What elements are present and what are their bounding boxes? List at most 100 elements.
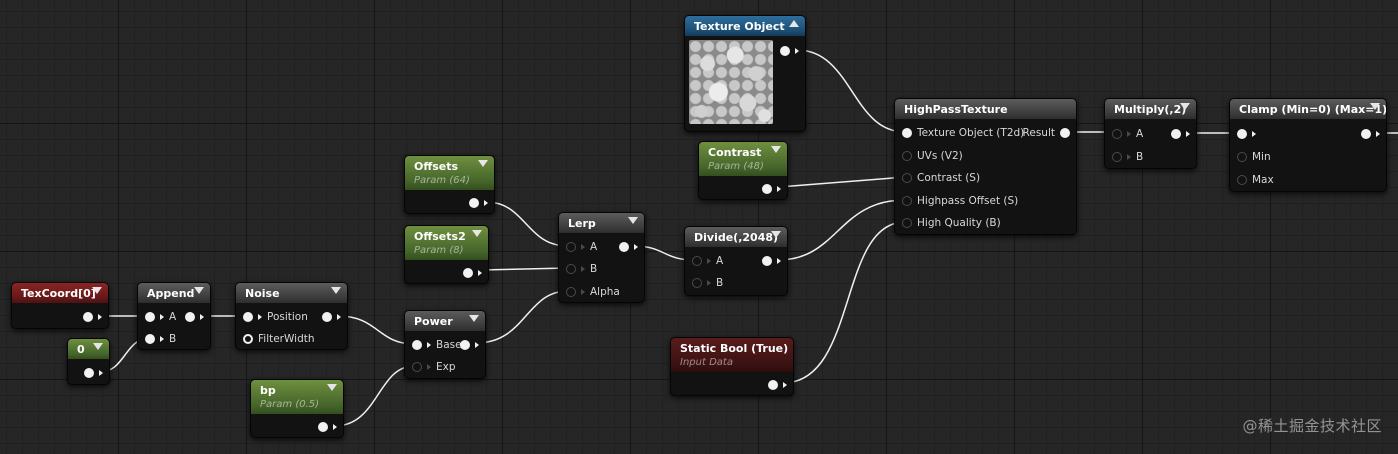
input-pin-alpha[interactable]: Alpha: [566, 285, 620, 299]
input-pin-highpass-offset[interactable]: Highpass Offset (S): [902, 194, 1018, 208]
collapse-chevron-icon[interactable]: [628, 217, 638, 224]
output-pin[interactable]: [1171, 127, 1190, 141]
node-divide-header[interactable]: Divide(,2048): [685, 227, 787, 247]
node-bp[interactable]: bp Param (0.5): [250, 379, 344, 438]
expand-chevron-icon[interactable]: [789, 20, 799, 27]
pin-unconnected-icon: [902, 218, 912, 228]
exec-arrow-icon: [200, 314, 204, 320]
node-append-header[interactable]: Append: [138, 283, 210, 303]
collapse-chevron-icon[interactable]: [327, 384, 337, 391]
input-pin-a[interactable]: A: [145, 310, 176, 324]
collapse-chevron-icon[interactable]: [1370, 103, 1380, 110]
node-static-bool-header[interactable]: Static Bool (True) Input Data: [671, 338, 793, 372]
node-highpass-texture[interactable]: HighPassTexture Texture Object (T2d) UVs…: [894, 98, 1077, 235]
output-pin[interactable]: [619, 240, 638, 254]
output-pin[interactable]: [463, 266, 482, 280]
node-divide[interactable]: Divide(,2048) A B: [684, 226, 788, 296]
node-multiply-header[interactable]: Multiply(,2): [1105, 99, 1196, 119]
node-title: Noise: [245, 287, 280, 300]
output-pin-result[interactable]: Result: [1023, 126, 1070, 140]
pin-connected-icon: [463, 268, 473, 278]
output-pin[interactable]: [83, 310, 102, 324]
exec-arrow-icon: [160, 336, 164, 342]
node-offsets-header[interactable]: Offsets Param (64): [405, 156, 494, 190]
collapse-chevron-icon[interactable]: [331, 287, 341, 294]
output-pin[interactable]: [460, 338, 479, 352]
output-pin[interactable]: [84, 366, 103, 380]
collapse-chevron-icon[interactable]: [194, 287, 204, 294]
output-pin[interactable]: [780, 44, 799, 58]
output-pin[interactable]: [1361, 127, 1380, 141]
node-noise[interactable]: Noise Position FilterWidth: [235, 282, 348, 350]
input-pin-min[interactable]: Min: [1237, 150, 1271, 164]
pin-unconnected-icon: [902, 173, 912, 183]
node-append[interactable]: Append A B: [137, 282, 211, 350]
node-contrast[interactable]: Contrast Param (48): [698, 141, 788, 200]
node-clamp[interactable]: Clamp (Min=0) (Max=1) Min Max: [1229, 98, 1387, 192]
node-offsets2-header[interactable]: Offsets2 Param (8): [405, 226, 488, 260]
input-pin-a[interactable]: A: [692, 254, 723, 268]
node-texture-object-header[interactable]: Texture Object: [685, 16, 805, 36]
output-pin[interactable]: [322, 310, 341, 324]
collapse-chevron-icon[interactable]: [93, 343, 103, 350]
node-bp-header[interactable]: bp Param (0.5): [251, 380, 343, 414]
input-pin-high-quality[interactable]: High Quality (B): [902, 216, 1001, 230]
input-pin-texture-object[interactable]: Texture Object (T2d): [902, 126, 1024, 140]
output-pin[interactable]: [469, 196, 488, 210]
node-static-bool[interactable]: Static Bool (True) Input Data: [670, 337, 794, 396]
node-multiply[interactable]: Multiply(,2) A B: [1104, 98, 1197, 169]
collapse-chevron-icon[interactable]: [771, 231, 781, 238]
node-clamp-header[interactable]: Clamp (Min=0) (Max=1): [1230, 99, 1386, 119]
pin-connected-icon: [902, 128, 912, 138]
input-pin-b[interactable]: B: [1112, 150, 1143, 164]
node-offsets[interactable]: Offsets Param (64): [404, 155, 495, 214]
node-constant[interactable]: 0: [67, 338, 110, 385]
node-offsets2[interactable]: Offsets2 Param (8): [404, 225, 489, 284]
input-pin-contrast[interactable]: Contrast (S): [902, 171, 980, 185]
node-lerp-header[interactable]: Lerp: [559, 213, 644, 233]
input-pin-value[interactable]: [1237, 127, 1256, 141]
collapse-chevron-icon[interactable]: [771, 146, 781, 153]
collapse-chevron-icon[interactable]: [1180, 103, 1190, 110]
node-lerp[interactable]: Lerp A B Alpha: [558, 212, 645, 303]
collapse-chevron-icon[interactable]: [92, 287, 102, 294]
input-pin-position[interactable]: Position: [243, 310, 308, 324]
exec-arrow-icon: [98, 314, 102, 320]
node-highpass-header[interactable]: HighPassTexture: [895, 99, 1076, 119]
node-texcoord-header[interactable]: TexCoord[0]: [12, 283, 108, 303]
input-pin-a[interactable]: A: [566, 240, 597, 254]
output-pin[interactable]: [762, 182, 781, 196]
collapse-chevron-icon[interactable]: [472, 230, 482, 237]
node-noise-header[interactable]: Noise: [236, 283, 347, 303]
pin-label: A: [716, 255, 724, 267]
output-pin[interactable]: [185, 310, 204, 324]
input-pin-filterwidth[interactable]: FilterWidth: [243, 332, 315, 346]
node-texture-object[interactable]: Texture Object: [684, 15, 806, 132]
pin-label: FilterWidth: [258, 333, 315, 345]
pin-connected-icon: [762, 256, 772, 266]
node-texcoord[interactable]: TexCoord[0]: [11, 282, 109, 329]
collapse-chevron-icon[interactable]: [469, 315, 479, 322]
pin-unconnected-icon: [566, 242, 576, 252]
input-pin-exp[interactable]: Exp: [412, 360, 456, 374]
output-pin[interactable]: [318, 420, 337, 434]
input-pin-uvs[interactable]: UVs (V2): [902, 149, 963, 163]
input-pin-b[interactable]: B: [145, 332, 176, 346]
input-pin-a[interactable]: A: [1112, 127, 1143, 141]
node-power-header[interactable]: Power: [405, 311, 485, 331]
input-pin-b[interactable]: B: [566, 262, 597, 276]
pin-connected-icon: [460, 340, 470, 350]
node-contrast-header[interactable]: Contrast Param (48): [699, 142, 787, 176]
exec-arrow-icon: [333, 424, 337, 430]
wire-staticbool-highpass: [782, 221, 906, 384]
node-power[interactable]: Power Base Exp: [404, 310, 486, 379]
output-pin[interactable]: [768, 378, 787, 392]
node-constant-header[interactable]: 0: [68, 339, 109, 359]
collapse-chevron-icon[interactable]: [478, 160, 488, 167]
input-pin-max[interactable]: Max: [1237, 173, 1274, 187]
input-pin-base[interactable]: Base: [412, 338, 462, 352]
input-pin-b[interactable]: B: [692, 276, 723, 290]
output-pin[interactable]: [762, 254, 781, 268]
pin-label: B: [590, 263, 598, 275]
pin-unconnected-icon: [902, 196, 912, 206]
